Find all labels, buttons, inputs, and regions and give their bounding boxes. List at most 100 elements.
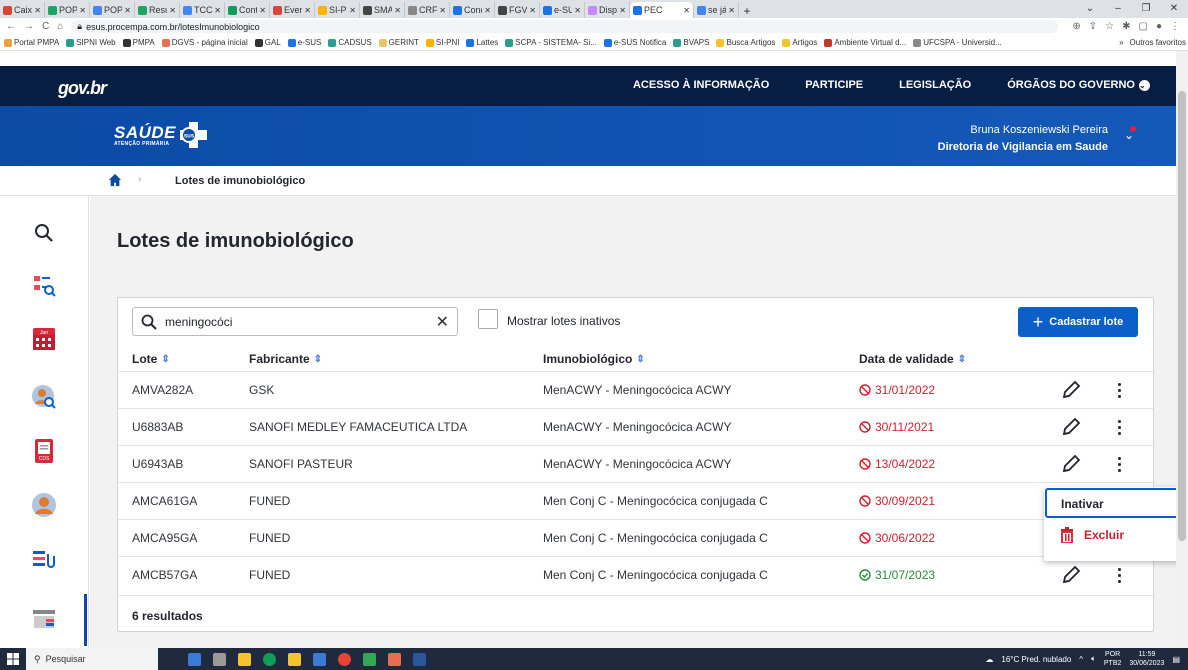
bookmark-item[interactable]: e-SUS Notifica [603, 38, 666, 47]
nav-orgaos-governo[interactable]: ÓRGÃOS DO GOVERNO ⌄ [1007, 79, 1150, 91]
notification-icon[interactable]: ▤ [1172, 655, 1180, 664]
tab-close-icon[interactable]: ✕ [439, 6, 446, 15]
back-icon[interactable]: ← [6, 21, 16, 32]
browser-tab[interactable]: se já ti✕ [694, 2, 739, 18]
tab-close-icon[interactable]: ✕ [683, 6, 690, 15]
nav-participe[interactable]: PARTICIPE [805, 79, 863, 91]
edit-pencil-icon[interactable] [1060, 564, 1082, 586]
sidebar-search[interactable] [29, 218, 59, 248]
windows-start-icon[interactable] [0, 653, 26, 665]
tab-close-icon[interactable]: ✕ [169, 6, 176, 15]
nav-acesso-informacao[interactable]: ACESSO À INFORMAÇÃO [633, 79, 769, 91]
sidepanel-icon[interactable]: ▢ [1139, 21, 1148, 32]
taskbar-app-icon[interactable] [213, 652, 226, 666]
forward-icon[interactable]: → [24, 21, 34, 32]
more-options-icon[interactable] [1113, 564, 1125, 586]
url-field[interactable]: 🔒︎ esus.procempa.com.br/lotesImunobiolog… [71, 20, 1059, 33]
more-options-icon[interactable] [1113, 416, 1125, 438]
show-inactive-label[interactable]: Mostrar lotes inativos [507, 314, 620, 328]
browser-tab[interactable]: PEC ✕ [630, 2, 694, 18]
tab-close-icon[interactable]: ✕ [349, 6, 356, 15]
bookmark-item[interactable]: Artigos [782, 38, 817, 47]
bookmark-item[interactable]: SIPNI Web [66, 38, 116, 47]
bookmark-item[interactable]: BVAPS [673, 38, 709, 47]
nav-legislacao[interactable]: LEGISLAÇÃO [899, 79, 971, 91]
search-input[interactable]: meningocóci ✕ [132, 307, 458, 336]
minimize-icon[interactable]: – [1104, 0, 1132, 18]
bookmarks-more-icon[interactable]: » [1119, 38, 1123, 47]
tab-close-icon[interactable]: ✕ [214, 6, 221, 15]
bookmark-item[interactable]: e-SUS [287, 38, 321, 47]
bookmark-item[interactable]: Lattes [466, 38, 498, 47]
browser-tab[interactable]: Contas✕ [225, 2, 270, 18]
new-tab-button[interactable]: + [739, 4, 755, 18]
close-window-icon[interactable]: ✕ [1160, 0, 1188, 18]
browser-tab[interactable]: SMAP_✕ [360, 2, 405, 18]
profile-icon[interactable]: ● [1156, 21, 1162, 32]
sidebar-attendance[interactable] [29, 382, 59, 412]
browser-tab[interactable]: SI-PNI✕ [315, 2, 360, 18]
clear-search-icon[interactable]: ✕ [436, 312, 449, 332]
sidebar-citizen-search[interactable] [29, 270, 59, 300]
sidebar-cds[interactable]: CDS [29, 436, 59, 466]
tab-close-icon[interactable]: ✕ [259, 6, 266, 15]
browser-tab[interactable]: Caixa d✕ [0, 2, 45, 18]
more-options-icon[interactable] [1113, 453, 1125, 475]
tab-close-icon[interactable]: ✕ [394, 6, 401, 15]
browser-tab[interactable]: POP UF✕ [45, 2, 90, 18]
sidebar-citizen[interactable] [29, 490, 59, 520]
sidebar-agenda[interactable]: Jan [29, 324, 59, 354]
taskbar-app-icon[interactable] [363, 652, 376, 666]
tab-close-icon[interactable]: ✕ [79, 6, 86, 15]
bookmark-item[interactable]: Ambiente Virtual d... [824, 38, 906, 47]
browser-tab[interactable]: Concur✕ [450, 2, 495, 18]
edit-pencil-icon[interactable] [1060, 453, 1082, 475]
page-scrollbar[interactable] [1176, 51, 1188, 648]
tab-close-icon[interactable]: ✕ [619, 6, 626, 15]
more-options-icon[interactable] [1113, 379, 1125, 401]
reload-icon[interactable]: C [42, 21, 49, 32]
taskbar-search[interactable]: ⚲ Pesquisar [26, 648, 158, 670]
browser-tab[interactable]: Evento✕ [270, 2, 315, 18]
zoom-icon[interactable]: ⊕ [1072, 21, 1080, 32]
bookmark-item[interactable]: Busca Artigos [716, 38, 775, 47]
volume-icon[interactable]: 🔈︎ [1091, 654, 1096, 664]
other-bookmarks[interactable]: Outros favoritos [1130, 38, 1186, 47]
bookmark-item[interactable]: UFCSPA - Universid... [913, 38, 1002, 47]
browser-tab[interactable]: e-SUS✕ [540, 2, 585, 18]
taskbar-app-icon[interactable] [238, 652, 251, 666]
browser-tab[interactable]: POP-Im✕ [90, 2, 135, 18]
tab-close-icon[interactable]: ✕ [484, 6, 491, 15]
tab-close-icon[interactable]: ✕ [124, 6, 131, 15]
browser-tab[interactable]: TCC NC✕ [180, 2, 225, 18]
restore-icon[interactable]: ❐ [1132, 0, 1160, 18]
bookmark-item[interactable]: Portal PMPA [4, 38, 59, 47]
weather-text[interactable]: 16°C Pred. nublado [1001, 655, 1071, 664]
language-indicator[interactable]: POR PTB2 [1104, 650, 1122, 668]
sidebar-vaccination[interactable] [29, 546, 59, 576]
column-lote[interactable]: Lote ⇕ [132, 352, 170, 366]
column-imunobiologico[interactable]: Imunobiológico ⇕ [543, 352, 645, 366]
share-icon[interactable]: ⇪ [1089, 21, 1097, 32]
browser-tab[interactable]: CRF-RS✕ [405, 2, 450, 18]
home-icon[interactable] [108, 173, 122, 187]
add-lot-button[interactable]: + Cadastrar lote [1018, 307, 1138, 337]
edit-pencil-icon[interactable] [1060, 416, 1082, 438]
bookmark-item[interactable]: CADSUS [328, 38, 372, 47]
browser-menu-icon[interactable]: ⋮ [1170, 21, 1180, 32]
tab-close-icon[interactable]: ✕ [34, 6, 41, 15]
tray-chevron-icon[interactable]: ^ [1079, 655, 1083, 664]
bookmark-item[interactable]: SCPA - SISTEMA- Si... [505, 38, 597, 47]
clock[interactable]: 11:59 30/06/2023 [1129, 650, 1164, 668]
taskbar-app-icon[interactable] [288, 652, 301, 666]
taskbar-app-icon[interactable] [313, 652, 326, 666]
bookmark-item[interactable]: GERINT [378, 38, 419, 47]
browser-tab[interactable]: FGV Cc✕ [495, 2, 540, 18]
bookmark-item[interactable]: PMPA [122, 38, 155, 47]
bookmark-item[interactable]: GAL [254, 38, 281, 47]
taskbar-app-icon[interactable] [388, 652, 401, 666]
column-fabricante[interactable]: Fabricante ⇕ [249, 352, 322, 366]
scrollbar-thumb[interactable] [1178, 91, 1186, 541]
menu-excluir[interactable]: Excluir [1060, 527, 1124, 543]
taskbar-app-icon[interactable] [188, 652, 201, 666]
